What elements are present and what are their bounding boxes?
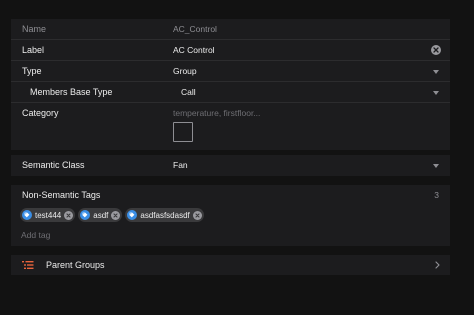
general-card: Name AC_Control Label AC Control Type Gr… xyxy=(11,19,450,150)
semantic-class-label: Semantic Class xyxy=(22,160,85,170)
label-input[interactable]: AC Control xyxy=(173,40,215,61)
chevron-down-icon xyxy=(433,91,439,95)
tag-chip-label: asdfasfsdasdf xyxy=(140,210,190,220)
tag-chip[interactable]: asdfasfsdasdf xyxy=(125,208,204,222)
name-row: Name AC_Control xyxy=(11,19,450,40)
name-value: AC_Control xyxy=(173,24,217,34)
chevron-right-icon xyxy=(435,261,440,271)
tag-icon xyxy=(22,210,32,220)
label-row[interactable]: Label AC Control xyxy=(11,40,450,61)
tags-header-label: Non-Semantic Tags xyxy=(22,190,101,200)
remove-tag-icon[interactable] xyxy=(192,210,202,220)
tag-chip-list: test444 asdf asdfasfsdasdf xyxy=(20,208,204,222)
category-label: Category xyxy=(22,108,59,118)
type-select[interactable]: Group xyxy=(173,61,197,82)
category-icon-picker[interactable] xyxy=(173,122,193,142)
clear-label-icon[interactable] xyxy=(431,45,441,55)
tag-chip-label: asdf xyxy=(93,210,109,220)
members-base-type-select[interactable]: Call xyxy=(181,82,196,103)
remove-tag-icon[interactable] xyxy=(64,210,74,220)
tag-chip[interactable]: test444 xyxy=(20,208,76,222)
category-row: Category temperature, firstfloor... xyxy=(11,103,450,150)
chevron-down-icon xyxy=(433,164,439,168)
item-edit-pane: Name AC_Control Label AC Control Type Gr… xyxy=(0,0,474,315)
tag-chip[interactable]: asdf xyxy=(78,208,123,222)
list-tree-icon xyxy=(22,260,34,272)
tags-header-row: Non-Semantic Tags 3 xyxy=(11,185,450,206)
category-input[interactable]: temperature, firstfloor... xyxy=(173,103,260,124)
add-tag-input[interactable]: Add tag xyxy=(21,226,50,245)
tag-chip-label: test444 xyxy=(35,210,62,220)
tags-count: 3 xyxy=(434,190,439,200)
semantic-class-select[interactable]: Fan xyxy=(173,155,188,176)
type-label: Type xyxy=(22,66,42,76)
chevron-down-icon xyxy=(433,70,439,74)
label-label: Label xyxy=(22,45,45,55)
tag-icon xyxy=(127,210,138,220)
tag-icon xyxy=(80,210,91,220)
semantic-card: Semantic Class Fan xyxy=(11,155,450,176)
type-row[interactable]: Type Group xyxy=(11,61,450,82)
parent-groups-card[interactable]: Parent Groups xyxy=(11,255,450,275)
name-label: Name xyxy=(22,24,47,34)
semantic-class-row[interactable]: Semantic Class Fan xyxy=(11,155,450,176)
members-base-type-row[interactable]: Members Base Type Call xyxy=(11,82,450,103)
remove-tag-icon[interactable] xyxy=(111,210,121,220)
parent-groups-label: Parent Groups xyxy=(46,260,105,270)
members-base-type-label: Members Base Type xyxy=(30,87,113,97)
